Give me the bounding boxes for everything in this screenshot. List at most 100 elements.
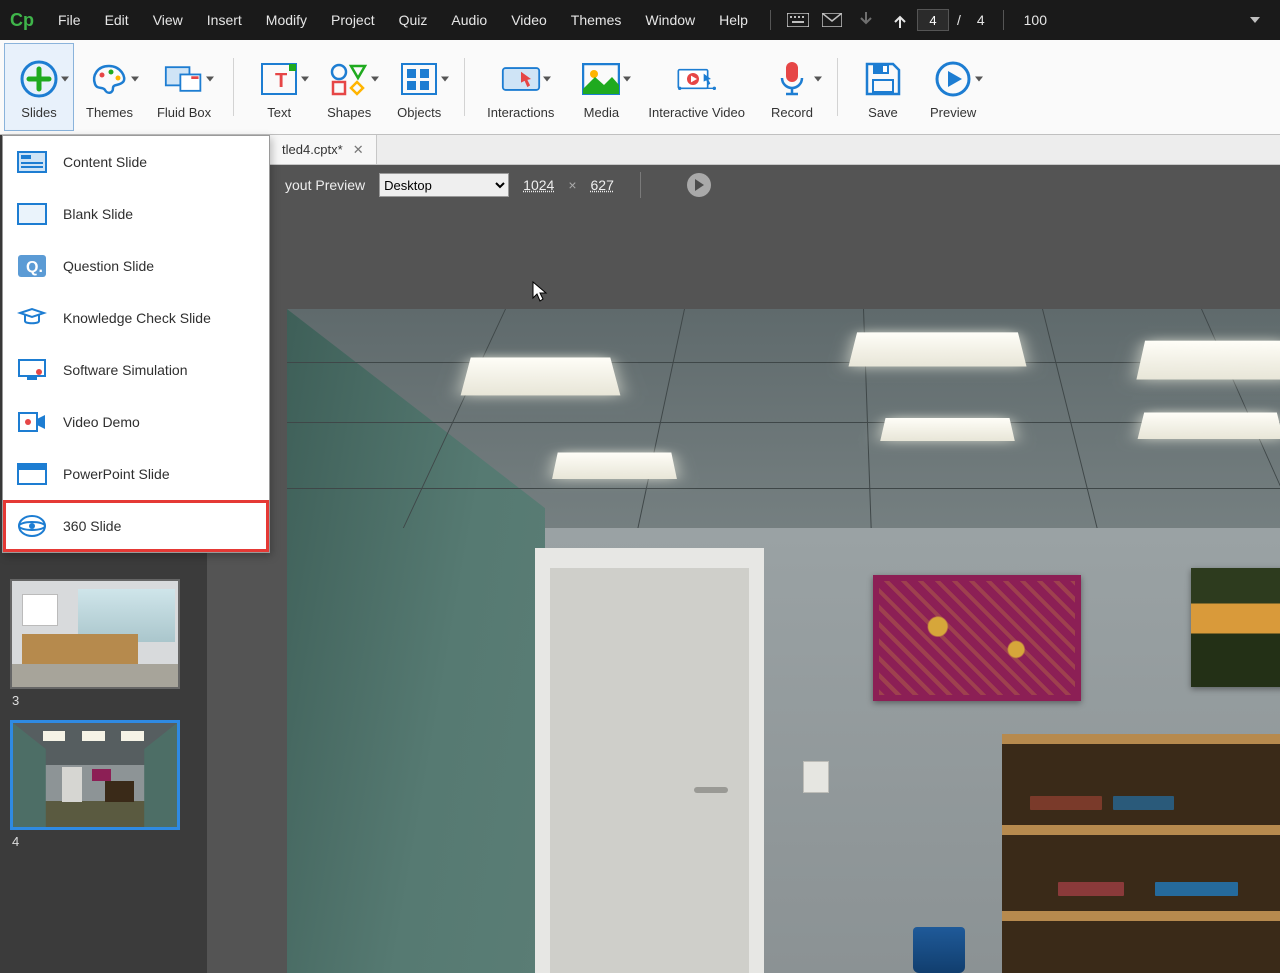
menu-question-slide[interactable]: Q. Question Slide — [3, 240, 269, 292]
upload-icon[interactable] — [889, 11, 911, 29]
menu-software-simulation[interactable]: Software Simulation — [3, 344, 269, 396]
content-slide-icon — [17, 150, 47, 174]
preview-height[interactable]: 627 — [591, 177, 614, 193]
ribbon-slides-label: Slides — [21, 105, 56, 120]
chevron-down-icon — [61, 76, 69, 81]
chevron-down-icon — [441, 76, 449, 81]
svg-text:T: T — [275, 70, 287, 92]
app-logo: Cp — [8, 8, 36, 32]
device-select[interactable]: Desktop — [379, 173, 509, 197]
ribbon-text[interactable]: T Text — [244, 43, 314, 131]
menubar: Cp File Edit View Insert Modify Project … — [0, 0, 1280, 40]
ribbon-fluidbox-label: Fluid Box — [157, 105, 211, 120]
slide-thumb-3[interactable]: 3 — [10, 579, 197, 708]
dropdown-arrow-icon[interactable] — [1244, 11, 1266, 29]
ribbon-preview-label: Preview — [930, 105, 976, 120]
chevron-down-icon — [301, 76, 309, 81]
ribbon-media[interactable]: Media — [566, 43, 636, 131]
menu-quiz[interactable]: Quiz — [387, 4, 440, 36]
close-icon[interactable]: ✕ — [353, 142, 364, 158]
ribbon-media-label: Media — [584, 105, 619, 120]
ribbon-slides[interactable]: Slides — [4, 43, 74, 131]
ribbon-save-label: Save — [868, 105, 898, 120]
slides-dropdown-menu: Content Slide Blank Slide Q. Question Sl… — [2, 135, 270, 553]
page-total: 4 — [977, 12, 985, 28]
layout-preview-bar: yout Preview Desktop 1024 × 627 — [207, 165, 1280, 205]
chevron-down-icon — [975, 76, 983, 81]
menu-video-demo-label: Video Demo — [63, 414, 140, 430]
ribbon-interactions[interactable]: Interactions — [475, 43, 566, 131]
menu-360-slide-label: 360 Slide — [63, 518, 121, 534]
menu-content-slide[interactable]: Content Slide — [3, 136, 269, 188]
ribbon-shapes-label: Shapes — [327, 105, 371, 120]
ribbon-preview[interactable]: Preview — [918, 43, 988, 131]
ribbon-objects-label: Objects — [397, 105, 441, 120]
menu-window[interactable]: Window — [633, 4, 707, 36]
mail-icon[interactable] — [821, 11, 843, 29]
vr-360-icon — [17, 514, 47, 538]
menu-insert[interactable]: Insert — [195, 4, 254, 36]
chevron-down-icon — [814, 76, 822, 81]
page-sep: / — [957, 12, 961, 28]
menu-audio[interactable]: Audio — [439, 4, 499, 36]
play-icon — [695, 179, 704, 191]
slide-thumb-3-number: 3 — [12, 693, 195, 708]
preview-width[interactable]: 1024 — [523, 177, 554, 193]
menu-knowledge-check-slide[interactable]: Knowledge Check Slide — [3, 292, 269, 344]
chevron-down-icon — [543, 76, 551, 81]
menu-view[interactable]: View — [141, 4, 195, 36]
menu-file[interactable]: File — [46, 4, 93, 36]
ribbon-themes[interactable]: Themes — [74, 43, 145, 131]
software-simulation-icon — [17, 358, 47, 382]
ribbon-record[interactable]: Record — [757, 43, 827, 131]
chevron-down-icon — [206, 76, 214, 81]
menu-blank-slide-label: Blank Slide — [63, 206, 133, 222]
ribbon-objects[interactable]: Objects — [384, 43, 454, 131]
menu-video-demo[interactable]: Video Demo — [3, 396, 269, 448]
ribbon-record-label: Record — [771, 105, 813, 120]
ribbon-save[interactable]: Save — [848, 43, 918, 131]
ribbon-ivideo-label: Interactive Video — [648, 105, 745, 120]
question-slide-icon: Q. — [17, 254, 47, 278]
knowledge-check-icon — [17, 306, 47, 330]
menu-themes[interactable]: Themes — [559, 4, 634, 36]
menu-blank-slide[interactable]: Blank Slide — [3, 188, 269, 240]
ribbon-themes-label: Themes — [86, 105, 133, 120]
document-tab[interactable]: tled4.cptx* ✕ — [270, 135, 377, 164]
zoom-value[interactable]: 100 — [1024, 12, 1047, 28]
ribbon-shapes[interactable]: Shapes — [314, 43, 384, 131]
blank-slide-icon — [17, 202, 47, 226]
preview-play-button[interactable] — [687, 173, 711, 197]
menu-powerpoint-slide[interactable]: PowerPoint Slide — [3, 448, 269, 500]
menu-video[interactable]: Video — [499, 4, 559, 36]
chevron-down-icon — [623, 76, 631, 81]
menu-edit[interactable]: Edit — [93, 4, 141, 36]
menu-360-slide[interactable]: 360 Slide — [3, 500, 269, 552]
tab-title: tled4.cptx* — [282, 142, 343, 157]
powerpoint-slide-icon — [17, 462, 47, 486]
slide-thumb-4-number: 4 — [12, 834, 195, 849]
svg-text:Q.: Q. — [26, 259, 43, 276]
ribbon-text-label: Text — [267, 105, 291, 120]
preview-label: yout Preview — [285, 177, 365, 193]
ribbon-interactions-label: Interactions — [487, 105, 554, 120]
mouse-cursor-icon — [532, 281, 550, 303]
menu-modify[interactable]: Modify — [254, 4, 319, 36]
video-demo-icon — [17, 410, 47, 434]
menu-question-slide-label: Question Slide — [63, 258, 154, 274]
menu-content-slide-label: Content Slide — [63, 154, 147, 170]
menu-project[interactable]: Project — [319, 4, 387, 36]
slide-canvas[interactable] — [287, 309, 1280, 973]
chevron-down-icon — [371, 76, 379, 81]
menu-help[interactable]: Help — [707, 4, 760, 36]
ribbon-fluidbox[interactable]: Fluid Box — [145, 43, 223, 131]
canvas-area[interactable] — [207, 205, 1280, 973]
slide-thumb-4[interactable]: 4 — [10, 720, 197, 849]
page-current-input[interactable] — [917, 9, 949, 31]
keyboard-icon[interactable] — [787, 11, 809, 29]
ribbon-interactive-video[interactable]: Interactive Video — [636, 43, 757, 131]
document-tabs: tled4.cptx* ✕ — [207, 135, 1280, 165]
chevron-down-icon — [131, 76, 139, 81]
download-icon[interactable] — [855, 11, 877, 29]
ribbon-toolbar: Slides Themes Fluid Box T Text — [0, 40, 1280, 135]
